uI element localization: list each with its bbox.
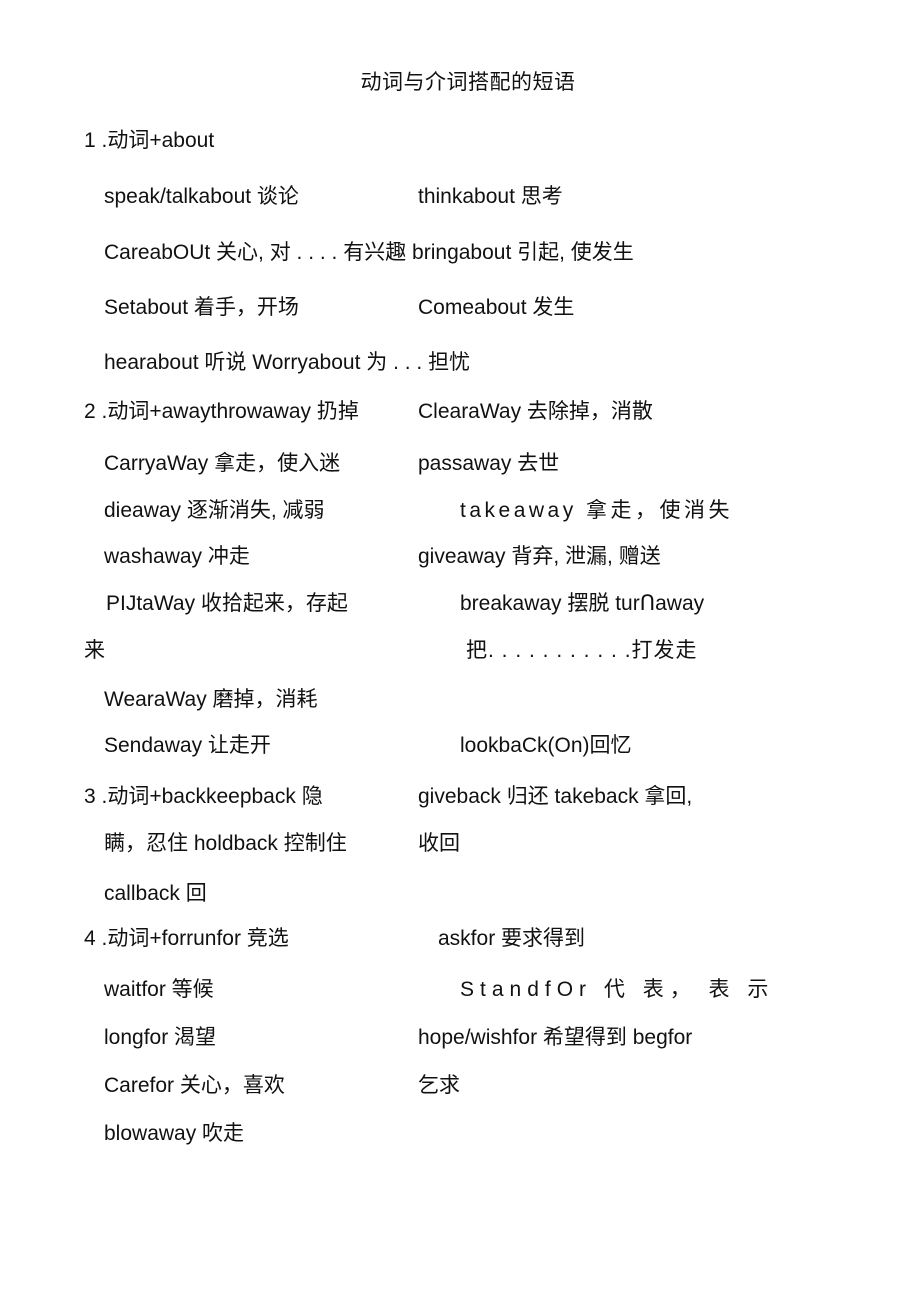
- phrase-line-give-back-take-back: giveback 归还 takeback 拿回,: [418, 785, 693, 808]
- section-heading-4: 4 .动词+forrunfor 竞选: [84, 927, 289, 950]
- phrase-line-come-about: Comeabout 发生: [418, 296, 575, 319]
- phrase-line-wait-for: waitfor 等候: [104, 978, 214, 1001]
- phrase-line-set-about: Setabout 着手，开场: [104, 296, 299, 319]
- page-title: 动词与介词搭配的短语: [360, 71, 576, 94]
- phrase-line-call-back: callback 回: [104, 882, 207, 905]
- phrase-line-hold-back: 瞒，忍住 holdback 控制住: [104, 832, 347, 855]
- phrase-line-care-for: Carefor 关心，喜欢: [104, 1074, 285, 1097]
- phrase-line-blow-away: blowaway 吹走: [104, 1122, 245, 1145]
- phrase-line-care-about-bring-about: CareabOUt 关心, 对 . . . . 有兴趣 bringabout 引…: [104, 241, 634, 264]
- phrase-line-put-away-cont: 来: [84, 639, 105, 662]
- phrase-line-take-back-cont: 收回: [418, 832, 460, 855]
- section-heading-2: 2 .动词+awaythrowaway 扔掉: [84, 400, 359, 423]
- phrase-line-speak-talk-about: speak/talkabout 谈论: [104, 185, 299, 208]
- phrase-line-hope-wish-for-beg-for: hope/wishfor 希望得到 begfor: [418, 1026, 693, 1049]
- phrase-line-send-away: Sendaway 让走开: [104, 734, 271, 757]
- phrase-line-stand-for: StandfOr 代 表， 表 示: [460, 978, 775, 1001]
- phrase-line-wear-away: WearaWay 磨掉，消耗: [104, 688, 318, 711]
- phrase-line-give-away: giveaway 背弃, 泄漏, 赠送: [418, 545, 661, 568]
- phrase-line-clear-away: ClearaWay 去除掉，消散: [418, 400, 653, 423]
- phrase-line-die-away: dieaway 逐渐消失, 减弱: [104, 499, 325, 522]
- document-body: 动词与介词搭配的短语 1 .动词+about speak/talkabout 谈…: [0, 0, 920, 1145]
- phrase-line-turn-away-meaning: 把. . . . . . . . . . .打发走: [466, 639, 698, 662]
- phrase-line-beg-for-meaning: 乞求: [418, 1074, 460, 1097]
- phrase-line-break-away-turn-away: breakaway 摆脱 turՈaway: [460, 592, 705, 615]
- phrase-line-wash-away: washaway 冲走: [104, 545, 250, 568]
- phrase-line-put-away: PIJtaWay 收拾起来，存起: [106, 592, 348, 615]
- document-page: 动词与介词搭配的短语 1 .动词+about speak/talkabout 谈…: [0, 0, 920, 1301]
- section-heading-3: 3 .动词+backkeepback 隐: [84, 785, 323, 808]
- phrase-line-take-away: takeaway 拿走，使消失: [460, 499, 734, 522]
- phrase-line-ask-for: askfor 要求得到: [438, 927, 586, 950]
- phrase-line-pass-away: passaway 去世: [418, 452, 560, 475]
- section-heading-1: 1 .动词+about: [84, 129, 215, 152]
- phrase-line-think-about: thinkabout 思考: [418, 185, 563, 208]
- phrase-line-hear-about-worry-about: hearabout 听说 Worryabout 为 . . . 担忧: [104, 351, 471, 374]
- phrase-line-look-back-on: lookbaCk(On)回忆: [460, 734, 632, 757]
- phrase-line-carry-away: CarryaWay 拿走，使入迷: [104, 452, 341, 475]
- phrase-line-long-for: longfor 渴望: [104, 1026, 217, 1049]
